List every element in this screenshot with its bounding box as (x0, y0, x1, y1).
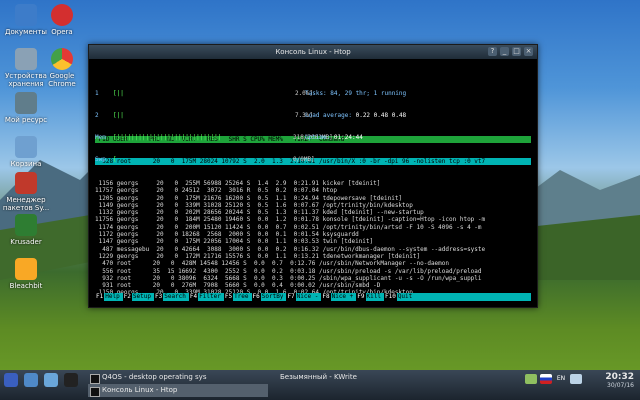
krusader-icon (15, 214, 37, 236)
terminal-icon (90, 387, 100, 397)
desktop-icon-bleachbit[interactable]: Bleachbit (0, 258, 52, 290)
terminal-window[interactable]: Консоль Linux - Htop ? _ □ × 1 [|| 2.0%] 2… (88, 44, 538, 308)
trash-icon (15, 136, 37, 158)
fkey-label[interactable]: Setup (132, 293, 154, 301)
process-row[interactable]: 1174 georgs 20 0 200M 15120 11424 S 0.0 … (95, 224, 531, 231)
package-icon (15, 172, 37, 194)
fkey-label[interactable]: Help (104, 293, 122, 301)
htop-meters: 1 [|| 2.0%] 2 [|| 7.3%] Mem [||||||||||||||||… (95, 76, 531, 163)
fkey-label[interactable]: Tree (233, 293, 251, 301)
tasks-count: Tasks: 84, 29 thr; 1 running (305, 90, 407, 98)
process-row[interactable]: 11756 georgs 20 0 184M 25480 19460 S 0.0… (95, 216, 531, 223)
uptime-label: Uptime: (305, 133, 331, 141)
process-row[interactable]: 931 root 20 0 276M 7908 5660 S 0.0 0.4 0… (95, 282, 531, 289)
fkey-label[interactable]: Search (163, 293, 189, 301)
taskbar-task-kwrite[interactable]: Безымянный - KWrite (268, 371, 430, 384)
help-button[interactable]: ? (488, 47, 497, 56)
process-row[interactable]: 11757 georgs 20 0 24512 3072 3016 R 0.5 … (95, 187, 531, 194)
window-title: Консоль Linux - Htop (275, 48, 351, 56)
desktop-icon-my-resource[interactable]: Мой ресурс (0, 92, 52, 124)
fkey-label[interactable]: SortBy (261, 293, 287, 301)
maximize-button[interactable]: □ (512, 47, 521, 56)
minimize-button[interactable]: _ (500, 47, 509, 56)
desktop-icon-package-manager[interactable]: Менеджер пакетов Sy... (0, 172, 52, 212)
opera-icon (51, 4, 73, 26)
fkey-label[interactable]: Filter (198, 293, 224, 301)
process-row[interactable]: 1147 georgs 20 0 175M 22056 17004 S 0.0 … (95, 238, 531, 245)
fkey-f5[interactable]: F5 (223, 293, 234, 301)
network-icon[interactable] (525, 374, 537, 384)
desktop-icon-opera[interactable]: Opera (36, 4, 88, 36)
system-tray: EN (525, 374, 582, 384)
window-titlebar[interactable]: Консоль Linux - Htop ? _ □ × (89, 45, 537, 59)
computer-icon (15, 92, 37, 114)
process-row[interactable]: 470 root 20 0 428M 14548 12456 S 0.0 0.7… (95, 260, 531, 267)
fkey-f9[interactable]: F9 (356, 293, 366, 301)
fkey-label[interactable]: Kill (366, 293, 384, 301)
fkey-f6[interactable]: F6 (251, 293, 261, 301)
taskbar-task-htop[interactable]: Консоль Linux - Htop (88, 384, 268, 397)
clock[interactable]: 20:32 30/07/16 (605, 372, 634, 389)
close-button[interactable]: × (524, 47, 533, 56)
taskbar-task-q4os[interactable]: Q4OS - desktop operating sys (88, 371, 268, 384)
browser-launcher-icon[interactable] (44, 373, 58, 387)
htop-stats: Tasks: 84, 29 thr; 1 running Load averag… (305, 76, 406, 156)
load-label: Load average: (305, 112, 352, 120)
clock-date: 30/07/16 (607, 382, 634, 389)
lang-indicator[interactable]: EN (555, 374, 567, 384)
storage-icon (15, 48, 37, 70)
terminal-launcher-icon[interactable] (64, 373, 78, 387)
show-desktop-icon[interactable] (24, 373, 38, 387)
taskbar: Q4OS - desktop operating sys Консоль Lin… (0, 370, 640, 400)
process-row[interactable]: 932 root 20 0 38096 6324 5668 S 0.0 0.3 … (95, 275, 531, 282)
fkey-f7[interactable]: F7 (286, 293, 296, 301)
window-icon (90, 374, 100, 384)
fkey-label[interactable]: Nice - (296, 293, 322, 301)
fkey-f3[interactable]: F3 (153, 293, 164, 301)
swap-meter: Swp[0/0MB] (95, 155, 315, 163)
fkey-label[interactable]: Nice + (331, 293, 357, 301)
clock-time: 20:32 (605, 372, 634, 382)
fkey-f4[interactable]: F4 (188, 293, 199, 301)
volume-icon[interactable] (570, 374, 582, 384)
htop-terminal[interactable]: 1 [|| 2.0%] 2 [|| 7.3%] Mem [||||||||||||||||… (95, 61, 531, 301)
uptime-value: 01:24:44 (333, 133, 363, 141)
desktop-icon-chrome[interactable]: Google Chrome (36, 48, 88, 88)
start-menu-icon[interactable] (4, 373, 18, 387)
process-row[interactable]: 1205 georgs 20 0 175M 21676 16200 S 0.5 … (95, 195, 531, 202)
chrome-icon (51, 48, 73, 70)
process-row[interactable]: 1172 georgs 20 0 18268 2568 2000 S 0.0 0… (95, 231, 531, 238)
process-row[interactable]: 1149 georgs 20 0 339M 31028 25120 S 0.5 … (95, 202, 531, 209)
process-row[interactable]: 487 messagebu 20 0 42664 3088 3000 S 0.0… (95, 246, 531, 253)
fkey-f8[interactable]: F8 (321, 293, 331, 301)
documents-icon (15, 4, 37, 26)
process-row[interactable]: 1229 georgs 20 0 172M 21716 15576 S 0.0 … (95, 253, 531, 260)
fkey-f2[interactable]: F2 (122, 293, 132, 301)
flag-icon[interactable] (540, 374, 552, 384)
fkey-f1[interactable]: F1 (95, 293, 105, 301)
fkey-f10[interactable]: F10 (383, 293, 397, 301)
fkey-label[interactable]: Quit (397, 293, 415, 301)
process-list[interactable]: 1156 georgs 20 0 255M 56988 25264 S 1.4 … (95, 180, 531, 301)
process-row[interactable]: 556 root 35 15 16692 4300 2552 S 0.0 0.2… (95, 268, 531, 275)
desktop-icon-krusader[interactable]: Krusader (0, 214, 52, 246)
process-row[interactable]: 1132 georgs 20 0 202M 28656 20244 S 0.5 … (95, 209, 531, 216)
load-average: 0.22 0.48 0.48 (355, 112, 407, 120)
function-key-bar: F1 Help F2 Setup F3 Search F4 Filter F5 Tree F6 Sor… (95, 293, 531, 301)
desktop-icon-trash[interactable]: Корзина (0, 136, 52, 168)
bleachbit-icon (15, 258, 37, 280)
